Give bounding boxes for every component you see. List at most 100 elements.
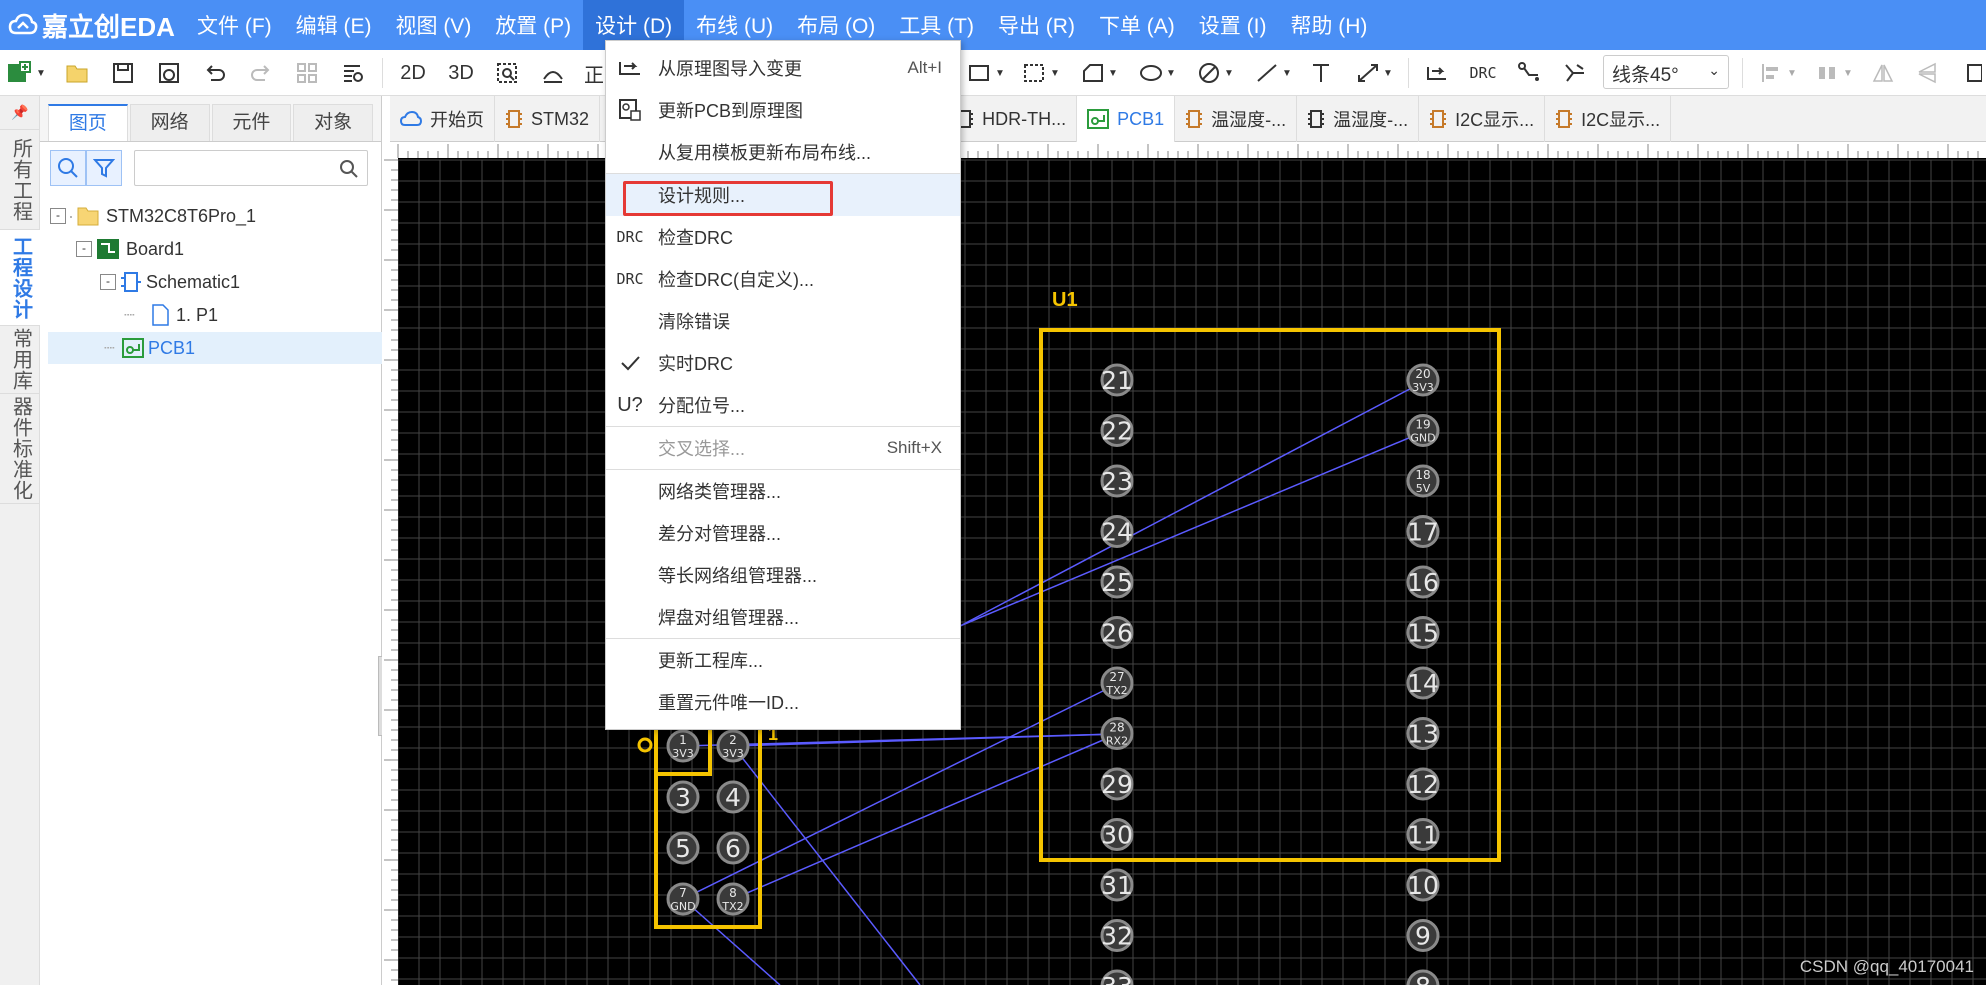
board-icon — [97, 239, 119, 259]
panel-search-field[interactable] — [139, 151, 319, 183]
u1-pad-net-label: 3V3 — [1412, 381, 1434, 394]
import-changes-icon[interactable] — [1420, 58, 1454, 88]
design-menu-item-2[interactable]: 从复用模板更新布局布线... — [606, 131, 960, 173]
tree-item-board[interactable]: - Board1 — [76, 233, 184, 265]
view-2d-button[interactable]: 2D — [396, 58, 430, 88]
save-icon[interactable] — [108, 58, 138, 88]
panel-search-input[interactable] — [134, 150, 368, 186]
tree-item-schematic[interactable]: - Schematic1 — [100, 266, 240, 298]
design-menu-item-13[interactable]: 焊盘对组管理器... — [606, 596, 960, 638]
doc-tab-7[interactable]: I2C显示... — [1419, 96, 1546, 142]
design-menu-item-4[interactable]: DRC 检查DRC — [606, 216, 960, 258]
vertical-tab-2[interactable]: 常用库 — [0, 326, 40, 394]
route-track-icon[interactable] — [1514, 58, 1544, 88]
distribute-icon[interactable]: ▼ — [1810, 58, 1858, 88]
region-icon[interactable]: ▼ — [1018, 58, 1064, 88]
menu-item-0[interactable]: 文件 (F) — [185, 0, 284, 50]
doc-tab-5[interactable]: 温湿度-... — [1175, 96, 1298, 142]
tree-item-page[interactable]: ┈ 1. P1 — [124, 299, 218, 331]
vertical-tab-1[interactable]: 工程设计 — [0, 230, 40, 326]
page-icon — [152, 304, 169, 326]
design-menu-item-14[interactable]: 更新工程库... — [606, 639, 960, 681]
dimension-icon[interactable]: ▼ — [1350, 58, 1398, 88]
panel-tab-0[interactable]: 图页 — [48, 104, 128, 141]
ellipse-icon[interactable]: ▼ — [1134, 58, 1180, 88]
doc-tab-label: 开始页 — [430, 110, 484, 130]
doc-tab-3[interactable]: HDR-TH... — [946, 96, 1078, 142]
route-mode-select[interactable]: 线条45° ⌄ — [1603, 55, 1729, 89]
tree-item-pcb[interactable]: ┈ PCB1 — [48, 332, 382, 364]
diff-pair-icon[interactable] — [1560, 58, 1590, 88]
drc-icon[interactable]: DRC — [1466, 58, 1500, 88]
design-menu-item-6[interactable]: 清除错误 — [606, 300, 960, 342]
open-folder-icon[interactable] — [62, 58, 92, 88]
redo-icon[interactable] — [246, 58, 276, 88]
menu-item-1[interactable]: 编辑 (E) — [284, 0, 384, 50]
pcb-icon — [122, 338, 144, 358]
search-mode-icon[interactable] — [50, 150, 86, 186]
header-pad-net-label: 3V3 — [722, 747, 744, 760]
grid-align-icon[interactable] — [292, 58, 322, 88]
menu-item-9[interactable]: 下单 (A) — [1087, 0, 1187, 50]
pcb-icon — [1087, 109, 1110, 129]
board-outline-icon[interactable]: ▼ — [964, 58, 1008, 88]
polygon-icon[interactable]: ▼ — [1076, 58, 1122, 88]
zoom-area-icon[interactable] — [492, 58, 522, 88]
u1-pad-number: 30 — [1101, 821, 1133, 850]
filter-icon[interactable] — [86, 150, 122, 186]
vertical-tab-0[interactable]: 所有工程 — [0, 130, 40, 230]
design-menu-item-1[interactable]: 更新PCB到原理图 — [606, 89, 960, 131]
u1-pad-net-label: 5V — [1416, 482, 1431, 495]
header-pad-number: 2 — [729, 733, 737, 747]
vertical-tab-3[interactable]: 器件标准化 — [0, 394, 40, 504]
design-menu-item-0[interactable]: 从原理图导入变更 Alt+I — [606, 47, 960, 89]
design-menu-item-10[interactable]: 网络类管理器... — [606, 470, 960, 512]
align-left-icon[interactable]: ▼ — [1754, 58, 1802, 88]
new-project-icon[interactable]: ▼ — [6, 58, 46, 88]
view-3d-button[interactable]: 3D — [444, 58, 478, 88]
undo-icon[interactable] — [200, 58, 230, 88]
doc-tab-4[interactable]: PCB1 — [1077, 96, 1176, 142]
header-pad-number: 8 — [729, 886, 737, 900]
collapse-icon[interactable]: - — [100, 274, 116, 290]
collapse-icon[interactable]: - — [50, 208, 66, 224]
u1-pad-number: 17 — [1407, 518, 1439, 547]
design-menu-item-15[interactable]: 重置元件唯一ID... — [606, 681, 960, 723]
design-menu-item-7[interactable]: 实时DRC — [606, 342, 960, 384]
flip-horizontal-icon[interactable] — [1868, 58, 1898, 88]
tree-item-project[interactable]: - · STM32C8T6Pro_1 — [50, 200, 256, 232]
vertical-tab-label: 所有工程 — [9, 137, 32, 222]
more-tools-icon[interactable] — [1966, 58, 1986, 88]
doc-tab-6[interactable]: 温湿度-... — [1297, 96, 1420, 142]
pin-icon[interactable]: 📌 — [0, 96, 40, 130]
chip-icon — [1307, 109, 1325, 129]
save-history-icon[interactable] — [154, 58, 184, 88]
menu-item-2[interactable]: 视图 (V) — [383, 0, 483, 50]
search-icon[interactable] — [339, 159, 359, 179]
menu-item-3[interactable]: 放置 (P) — [483, 0, 583, 50]
design-menu-item-12[interactable]: 等长网络组管理器... — [606, 554, 960, 596]
no-connect-icon[interactable]: ▼ — [1192, 58, 1238, 88]
u1-pad-number: 28 — [1109, 721, 1124, 735]
flip-vertical-icon[interactable] — [1912, 58, 1942, 88]
panel-tab-3[interactable]: 对象 — [293, 104, 373, 141]
design-menu-label: 焊盘对组管理器... — [658, 608, 800, 628]
text-tool-icon[interactable] — [1306, 58, 1336, 88]
panel-tab-1[interactable]: 网络 — [129, 104, 210, 141]
design-menu-item-11[interactable]: 差分对管理器... — [606, 512, 960, 554]
find-list-icon[interactable] — [338, 58, 368, 88]
menu-item-10[interactable]: 设置 (I) — [1187, 0, 1279, 50]
doc-tab-1[interactable]: STM32 — [495, 96, 601, 142]
design-menu-item-5[interactable]: DRC 检查DRC(自定义)... — [606, 258, 960, 300]
menu-item-11[interactable]: 帮助 (H) — [1278, 0, 1379, 50]
doc-tab-8[interactable]: I2C显示... — [1545, 96, 1672, 142]
chip-icon — [1185, 109, 1203, 129]
project-panel: 图页 网络 元件 对象 - · STM32C8T6Pro_1 - Board1 - S… — [40, 96, 386, 985]
line-tool-icon[interactable]: ▼ — [1250, 58, 1296, 88]
menu-item-8[interactable]: 导出 (R) — [986, 0, 1087, 50]
panel-tab-2[interactable]: 元件 — [211, 104, 292, 141]
arc-tool-icon[interactable] — [538, 58, 568, 88]
doc-tab-0[interactable]: 开始页 — [390, 96, 495, 142]
design-menu-item-8[interactable]: U? 分配位号... — [606, 384, 960, 426]
collapse-icon[interactable]: - — [76, 241, 92, 257]
